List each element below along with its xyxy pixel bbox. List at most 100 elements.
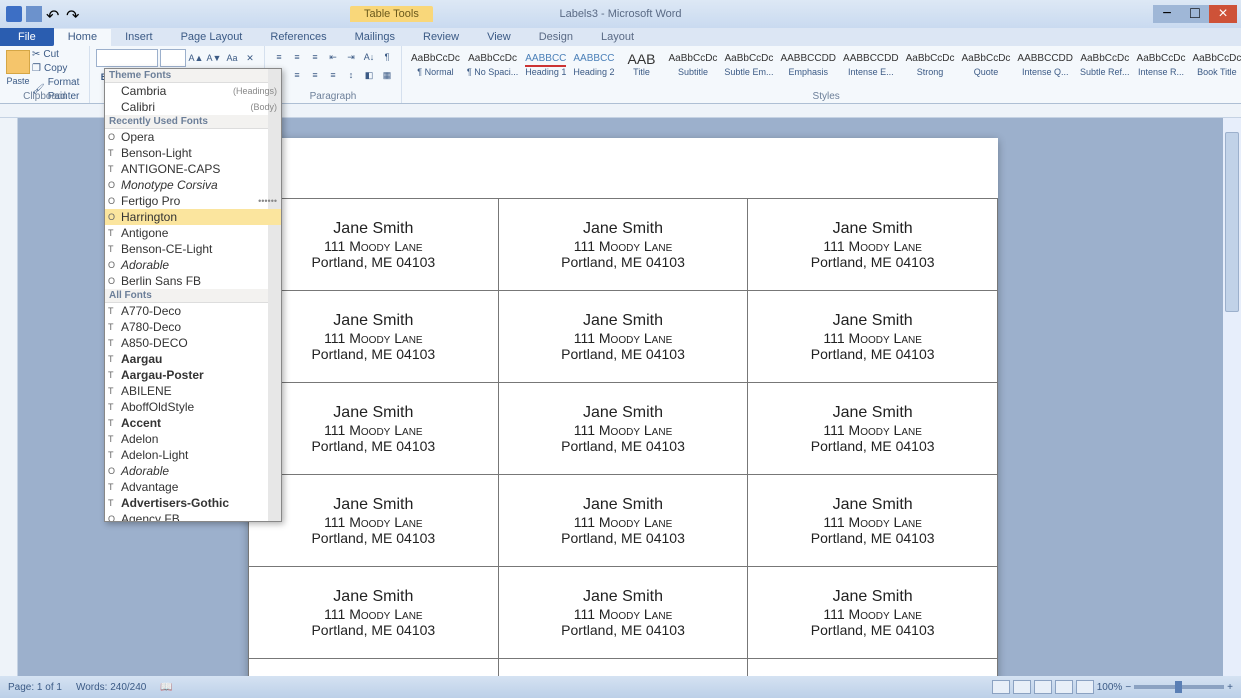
status-page[interactable]: Page: 1 of 1 <box>8 682 62 693</box>
font-option[interactable]: TAargau-Poster <box>105 367 281 383</box>
label-cell[interactable]: Jane Smith 111 Moody Lane Portland, ME 0… <box>249 659 499 677</box>
status-words[interactable]: Words: 240/240 <box>76 682 146 693</box>
style-item-12[interactable]: AaBbCcDcSubtle Ref... <box>1077 50 1133 78</box>
style-item-5[interactable]: AaBbCcDcSubtitle <box>666 50 721 78</box>
label-cell[interactable]: Jane Smith 111 Moody Lane Portland, ME 0… <box>498 199 748 291</box>
label-cell[interactable]: Jane Smith 111 Moody Lane Portland, ME 0… <box>748 475 998 567</box>
zoom-out-button[interactable]: − <box>1125 682 1131 693</box>
label-cell[interactable]: Jane Smith 111 Moody Lane Portland, ME 0… <box>748 199 998 291</box>
paste-button[interactable]: Paste <box>6 48 30 90</box>
font-option[interactable]: TBenson-CE-Light <box>105 241 281 257</box>
style-item-2[interactable]: AABBCCHeading 1 <box>522 50 569 78</box>
sort-button[interactable]: A↓ <box>361 49 377 65</box>
view-full-screen-button[interactable] <box>1013 680 1031 694</box>
close-button[interactable]: × <box>1209 5 1237 23</box>
font-option[interactable]: TAdvantage <box>105 479 281 495</box>
font-option[interactable]: TANTIGONE-CAPS <box>105 161 281 177</box>
font-option[interactable]: OAgency FB <box>105 511 281 522</box>
zoom-level[interactable]: 100% <box>1097 682 1123 693</box>
tab-file[interactable]: File <box>0 28 54 46</box>
scrollbar-thumb[interactable] <box>1225 132 1239 312</box>
tab-home[interactable]: Home <box>54 29 111 46</box>
style-item-6[interactable]: AaBbCcDcSubtle Em... <box>721 50 776 78</box>
font-option[interactable]: OOpera <box>105 129 281 145</box>
borders-button[interactable]: ▦ <box>379 67 395 83</box>
font-option[interactable]: TAdelon <box>105 431 281 447</box>
label-cell[interactable]: Jane Smith 111 Moody Lane Portland, ME 0… <box>748 291 998 383</box>
label-cell[interactable]: Jane Smith 111 Moody Lane Portland, ME 0… <box>498 475 748 567</box>
zoom-slider[interactable] <box>1134 685 1224 689</box>
font-option[interactable]: TAdvertisers-Gothic <box>105 495 281 511</box>
copy-button[interactable]: ❐Copy <box>30 62 83 76</box>
style-item-0[interactable]: AaBbCcDc¶ Normal <box>408 50 463 78</box>
tab-review[interactable]: Review <box>409 29 473 46</box>
font-option[interactable]: TBenson-Light <box>105 145 281 161</box>
line-spacing-button[interactable]: ↕ <box>343 67 359 83</box>
style-item-3[interactable]: AABBCCHeading 2 <box>570 50 617 78</box>
font-option[interactable]: OHarrington <box>105 209 281 225</box>
style-item-7[interactable]: AABBCCDDEmphasis <box>777 50 839 78</box>
font-option[interactable]: TA770-Deco <box>105 303 281 319</box>
tab-references[interactable]: References <box>256 29 340 46</box>
font-option[interactable]: TAntigone <box>105 225 281 241</box>
vertical-scrollbar[interactable] <box>1223 118 1241 676</box>
tab-insert[interactable]: Insert <box>111 29 167 46</box>
style-item-11[interactable]: AABBCCDDIntense Q... <box>1014 50 1076 78</box>
font-option[interactable]: Calibri(Body) <box>105 99 281 115</box>
label-cell[interactable]: Jane Smith 111 Moody Lane Portland, ME 0… <box>249 199 499 291</box>
font-option[interactable]: TAdelon-Light <box>105 447 281 463</box>
label-cell[interactable]: Jane Smith 111 Moody Lane Portland, ME 0… <box>249 291 499 383</box>
view-outline-button[interactable] <box>1055 680 1073 694</box>
show-marks-button[interactable]: ¶ <box>379 49 395 65</box>
tab-page-layout[interactable]: Page Layout <box>167 29 257 46</box>
label-cell[interactable]: Jane Smith 111 Moody Lane Portland, ME 0… <box>498 659 748 677</box>
undo-icon[interactable]: ↶ <box>46 6 62 22</box>
label-cell[interactable]: Jane Smith 111 Moody Lane Portland, ME 0… <box>249 383 499 475</box>
style-item-10[interactable]: AaBbCcDcQuote <box>959 50 1014 78</box>
status-language-icon[interactable]: 📖 <box>160 682 172 693</box>
indent-increase-button[interactable]: ⇥ <box>343 49 359 65</box>
tab-layout[interactable]: Layout <box>587 29 648 46</box>
zoom-slider-thumb[interactable] <box>1175 681 1182 693</box>
change-case-button[interactable]: Aa <box>224 50 240 66</box>
label-cell[interactable]: Jane Smith 111 Moody Lane Portland, ME 0… <box>748 567 998 659</box>
label-cell[interactable]: Jane Smith 111 Moody Lane Portland, ME 0… <box>249 567 499 659</box>
font-option[interactable]: TABILENE <box>105 383 281 399</box>
font-option[interactable]: TAargau <box>105 351 281 367</box>
font-option[interactable]: Cambria(Headings) <box>105 83 281 99</box>
font-option[interactable]: TAboffOldStyle <box>105 399 281 415</box>
label-cell[interactable]: Jane Smith 111 Moody Lane Portland, ME 0… <box>748 659 998 677</box>
indent-decrease-button[interactable]: ⇤ <box>325 49 341 65</box>
style-item-8[interactable]: AABBCCDDIntense E... <box>840 50 902 78</box>
font-option[interactable]: TA850-DECO <box>105 335 281 351</box>
label-cell[interactable]: Jane Smith 111 Moody Lane Portland, ME 0… <box>498 383 748 475</box>
font-option[interactable]: OFertigo Pro•••••• <box>105 193 281 209</box>
style-item-4[interactable]: AABTitle <box>619 50 665 78</box>
font-option[interactable]: OAdorable <box>105 463 281 479</box>
label-cell[interactable]: Jane Smith 111 Moody Lane Portland, ME 0… <box>249 475 499 567</box>
minimize-button[interactable]: − <box>1153 5 1181 23</box>
zoom-in-button[interactable]: + <box>1227 682 1233 693</box>
style-item-14[interactable]: AaBbCcDcBook Title <box>1189 50 1241 78</box>
clear-formatting-button[interactable]: ✕ <box>242 50 258 66</box>
view-draft-button[interactable] <box>1076 680 1094 694</box>
multilevel-button[interactable]: ≡ <box>307 49 323 65</box>
save-icon[interactable] <box>26 6 42 22</box>
cut-button[interactable]: ✂Cut <box>30 48 83 62</box>
label-cell[interactable]: Jane Smith 111 Moody Lane Portland, ME 0… <box>498 567 748 659</box>
font-option[interactable]: OAdorable <box>105 257 281 273</box>
style-item-1[interactable]: AaBbCcDc¶ No Spaci... <box>464 50 521 78</box>
label-cell[interactable]: Jane Smith 111 Moody Lane Portland, ME 0… <box>748 383 998 475</box>
view-print-layout-button[interactable] <box>992 680 1010 694</box>
justify-button[interactable]: ≡ <box>325 67 341 83</box>
style-item-9[interactable]: AaBbCcDcStrong <box>903 50 958 78</box>
tab-design[interactable]: Design <box>525 29 587 46</box>
style-item-13[interactable]: AaBbCcDcIntense R... <box>1134 50 1189 78</box>
tab-mailings[interactable]: Mailings <box>341 29 409 46</box>
shading-button[interactable]: ◧ <box>361 67 377 83</box>
font-option[interactable]: TA780-Deco <box>105 319 281 335</box>
view-web-layout-button[interactable] <box>1034 680 1052 694</box>
align-center-button[interactable]: ≡ <box>289 67 305 83</box>
font-option[interactable]: OBerlin Sans FB <box>105 273 281 289</box>
font-option[interactable]: TAccent <box>105 415 281 431</box>
